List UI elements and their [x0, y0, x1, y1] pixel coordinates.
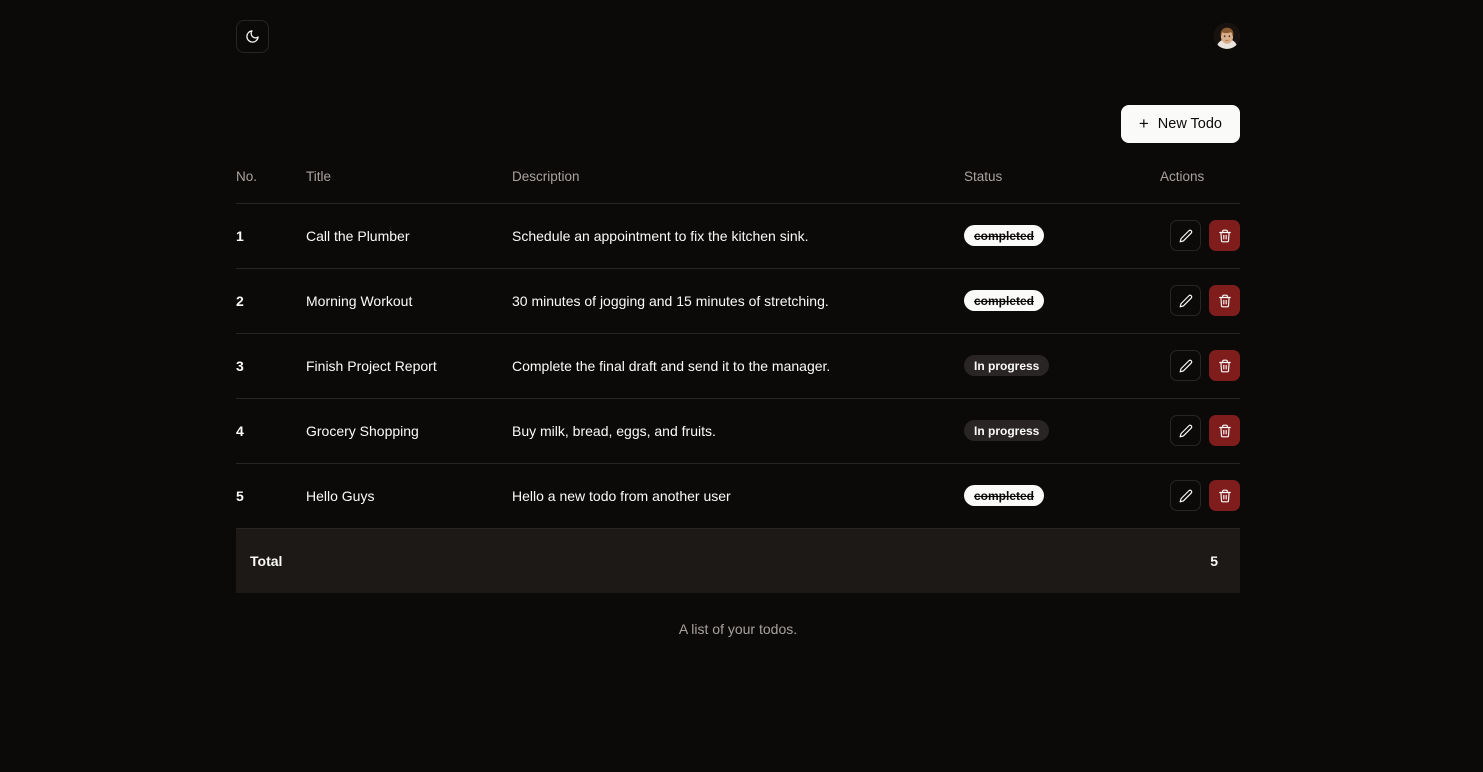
cell-description: Buy milk, bread, eggs, and fruits. [512, 422, 716, 439]
status-badge: completed [964, 290, 1045, 311]
table-row: 2 Morning Workout 30 minutes of jogging … [236, 268, 1240, 333]
delete-button[interactable] [1209, 350, 1240, 381]
edit-button[interactable] [1170, 350, 1201, 381]
cell-title: Morning Workout [306, 292, 413, 309]
cell-status: In progress [964, 398, 1160, 463]
cell-no: 2 [236, 292, 244, 309]
status-badge: completed [964, 485, 1045, 506]
trash-icon [1218, 489, 1232, 503]
column-header-description: Description [512, 169, 580, 185]
row-actions [1160, 285, 1240, 316]
cell-description: 30 minutes of jogging and 15 minutes of … [512, 292, 829, 309]
table-row: 3 Finish Project Report Complete the fin… [236, 333, 1240, 398]
status-badge: In progress [964, 420, 1050, 441]
footer-total-count: 5 [1210, 552, 1218, 569]
cell-status: In progress [964, 333, 1160, 398]
theme-toggle-button[interactable] [236, 19, 269, 53]
moon-icon [245, 29, 260, 44]
table-header: No. Title Description Status Actions [236, 165, 1240, 203]
plus-icon: + [1138, 114, 1149, 133]
pencil-icon [1179, 424, 1193, 438]
pencil-icon [1179, 229, 1193, 243]
new-todo-row: + New Todo [236, 105, 1240, 143]
table-row: 1 Call the Plumber Schedule an appointme… [236, 203, 1240, 268]
cell-no: 5 [236, 487, 244, 504]
table-footer: Total 5 [236, 528, 1240, 593]
delete-button[interactable] [1209, 415, 1240, 446]
cell-status: completed [964, 203, 1160, 268]
cell-description: Hello a new todo from another user [512, 487, 731, 504]
footer-total-label: Total [250, 552, 283, 569]
cell-title: Finish Project Report [306, 357, 437, 374]
todos-table-container: No. Title Description Status Actions 1 C… [236, 165, 1240, 637]
cell-actions [1160, 203, 1240, 268]
column-header-title: Title [306, 169, 332, 185]
cell-status: completed [964, 463, 1160, 528]
column-header-no: No. [236, 169, 258, 185]
cell-description: Schedule an appointment to fix the kitch… [512, 227, 809, 244]
table-caption: A list of your todos. [678, 621, 798, 637]
cell-no: 1 [236, 227, 244, 244]
cell-actions [1160, 463, 1240, 528]
row-actions [1160, 220, 1240, 251]
row-actions [1160, 415, 1240, 446]
cell-no: 4 [236, 422, 244, 439]
status-badge: completed [964, 225, 1045, 246]
trash-icon [1218, 229, 1232, 243]
cell-title: Hello Guys [306, 487, 375, 504]
table-footer-row: Total 5 [236, 528, 1240, 593]
cell-no: 3 [236, 357, 244, 374]
pencil-icon [1179, 294, 1193, 308]
table-row: 4 Grocery Shopping Buy milk, bread, eggs… [236, 398, 1240, 463]
delete-button[interactable] [1209, 285, 1240, 316]
column-header-status: Status [964, 169, 1003, 185]
edit-button[interactable] [1170, 220, 1201, 251]
new-todo-label: New Todo [1157, 115, 1222, 132]
todos-table: No. Title Description Status Actions 1 C… [236, 165, 1240, 593]
table-row: 5 Hello Guys Hello a new todo from anoth… [236, 463, 1240, 528]
app-root: + New Todo No. Title Description Status … [0, 0, 1483, 772]
trash-icon [1218, 294, 1232, 308]
cell-actions [1160, 333, 1240, 398]
table-body: 1 Call the Plumber Schedule an appointme… [236, 203, 1240, 528]
cell-actions [1160, 398, 1240, 463]
edit-button[interactable] [1170, 480, 1201, 511]
cell-actions [1160, 268, 1240, 333]
pencil-icon [1179, 359, 1193, 373]
avatar[interactable] [1214, 23, 1240, 49]
trash-icon [1218, 424, 1232, 438]
top-bar [236, 0, 1240, 72]
delete-button[interactable] [1209, 220, 1240, 251]
table-header-row: No. Title Description Status Actions [236, 165, 1240, 203]
column-header-actions: Actions [1160, 169, 1205, 185]
cell-title: Grocery Shopping [306, 422, 419, 439]
pencil-icon [1179, 489, 1193, 503]
edit-button[interactable] [1170, 285, 1201, 316]
row-actions [1160, 350, 1240, 381]
trash-icon [1218, 359, 1232, 373]
cell-description: Complete the final draft and send it to … [512, 357, 831, 374]
cell-status: completed [964, 268, 1160, 333]
row-actions [1160, 480, 1240, 511]
edit-button[interactable] [1170, 415, 1201, 446]
new-todo-button[interactable]: + New Todo [1120, 105, 1240, 143]
status-badge: In progress [964, 355, 1050, 376]
cell-title: Call the Plumber [306, 227, 410, 244]
user-avatar-photo [1214, 23, 1240, 49]
delete-button[interactable] [1209, 480, 1240, 511]
